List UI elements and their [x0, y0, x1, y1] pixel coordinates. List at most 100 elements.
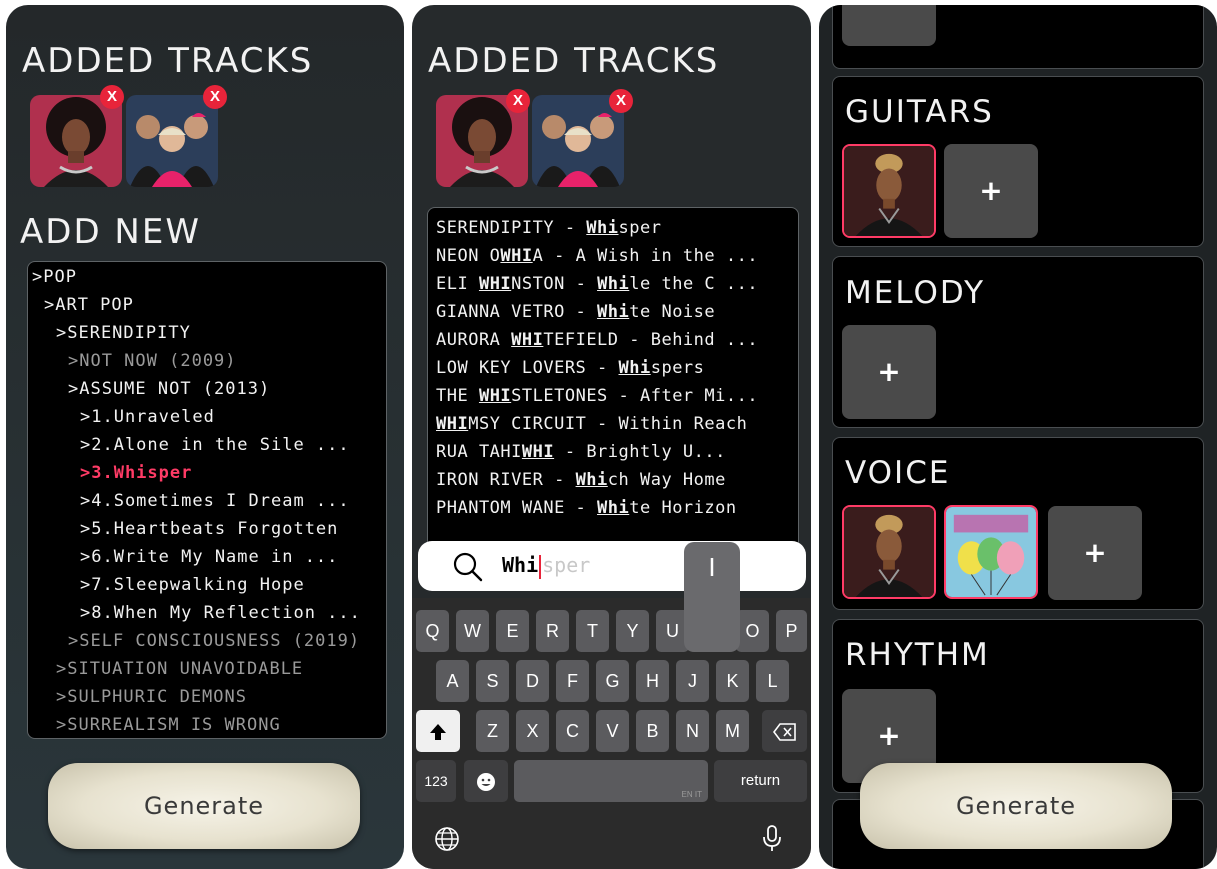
search-bar[interactable]: Whi sper — [418, 541, 806, 591]
key-j[interactable]: J — [676, 660, 709, 702]
tree-item-track[interactable]: >5.Heartbeats Forgotten — [80, 519, 338, 539]
key-l[interactable]: L — [756, 660, 789, 702]
key-a[interactable]: A — [436, 660, 469, 702]
tree-item-artist[interactable]: >SULPHURIC DEMONS — [56, 687, 247, 707]
result-text: A - A Wish in the ... — [532, 246, 759, 266]
search-result-item[interactable]: GIANNA VETRO - White Noise — [436, 302, 715, 322]
tree-item-artist[interactable]: >SURREALISM IS WRONG — [56, 715, 281, 735]
tree-item-track[interactable]: >1.Unraveled — [80, 407, 215, 427]
search-result-item[interactable]: AURORA WHITEFIELD - Behind ... — [436, 330, 758, 350]
add-track-button[interactable]: + — [1048, 506, 1142, 600]
backspace-key[interactable] — [762, 710, 807, 752]
result-text: spers — [650, 358, 705, 378]
space-key[interactable]: EN IT — [514, 760, 708, 802]
remove-track-button[interactable]: X — [203, 85, 227, 109]
search-result-item[interactable]: RUA TAHIWHI - Brightly U... — [436, 442, 726, 462]
key-h[interactable]: H — [636, 660, 669, 702]
key-preview-popup: I — [684, 542, 740, 652]
generate-button[interactable]: Generate — [860, 763, 1172, 849]
search-results-list[interactable]: SERENDIPITY - Whisper NEON OWHIA - A Wis… — [427, 207, 799, 549]
tree-item-track[interactable]: >8.When My Reflection ... — [80, 603, 361, 623]
backspace-icon — [772, 723, 796, 742]
search-result-item[interactable]: IRON RIVER - Which Way Home — [436, 470, 726, 490]
add-track-button[interactable] — [842, 5, 936, 46]
search-result-item[interactable]: WHIMSY CIRCUIT - Within Reach — [436, 414, 747, 434]
microphone-icon[interactable] — [762, 824, 782, 856]
key-m[interactable]: M — [716, 710, 749, 752]
key-y[interactable]: Y — [616, 610, 649, 652]
catalog-tree[interactable]: >POP >ART POP >SERENDIPITY >NOT NOW (200… — [27, 261, 387, 739]
tree-item-album[interactable]: >SELF CONSCIOUSNESS (2019) — [68, 631, 360, 651]
return-key[interactable]: return — [714, 760, 807, 802]
emoji-icon — [477, 773, 495, 792]
key-k[interactable]: K — [716, 660, 749, 702]
section-title: RHYTHM — [845, 637, 990, 673]
onscreen-keyboard: Q W E R T Y U O P A S D F G H J K L Z X … — [412, 598, 811, 869]
shift-key[interactable] — [416, 710, 460, 752]
key-o[interactable]: O — [736, 610, 769, 652]
key-v[interactable]: V — [596, 710, 629, 752]
search-icon — [452, 551, 484, 587]
search-result-item[interactable]: SERENDIPITY - Whisper — [436, 218, 661, 238]
middle-screen: ADDED TRACKS X X SERENDIPITY - Whisper N… — [412, 5, 811, 869]
key-p[interactable]: P — [776, 610, 807, 652]
key-q[interactable]: Q — [416, 610, 449, 652]
search-result-item[interactable]: ELI WHINSTON - While the C ... — [436, 274, 758, 294]
key-e[interactable]: E — [496, 610, 529, 652]
tree-item-track[interactable]: >6.Write My Name in ... — [80, 547, 338, 567]
result-text: NEON O — [436, 246, 501, 266]
tree-item-track-selected[interactable]: >3.Whisper — [80, 463, 192, 483]
search-result-item[interactable]: THE WHISTLETONES - After Mi... — [436, 386, 758, 406]
tree-item-album[interactable]: >NOT NOW (2009) — [68, 351, 237, 371]
tree-item-track[interactable]: >7.Sleepwalking Hope — [80, 575, 305, 595]
key-f[interactable]: F — [556, 660, 589, 702]
remove-track-button[interactable]: X — [100, 85, 124, 109]
tree-item-artist[interactable]: >SITUATION UNAVOIDABLE — [56, 659, 303, 679]
tree-item-subgenre[interactable]: >ART POP — [44, 295, 134, 315]
added-track-thumbnail[interactable] — [126, 95, 218, 187]
search-input[interactable]: Whi sper — [502, 553, 590, 579]
key-g[interactable]: G — [596, 660, 629, 702]
search-result-item[interactable]: NEON OWHIA - A Wish in the ... — [436, 246, 758, 266]
search-result-item[interactable]: PHANTOM WANE - White Horizon — [436, 498, 737, 518]
search-result-item[interactable]: LOW KEY LOVERS - Whispers — [436, 358, 704, 378]
add-track-button[interactable]: + — [842, 325, 936, 419]
globe-icon[interactable] — [434, 826, 460, 856]
language-tag: EN IT — [681, 790, 702, 799]
key-x[interactable]: X — [516, 710, 549, 752]
result-text: sper — [618, 218, 662, 238]
remove-track-button[interactable]: X — [609, 89, 633, 113]
add-track-button[interactable]: + — [944, 144, 1038, 238]
key-c[interactable]: C — [556, 710, 589, 752]
added-track-thumbnail[interactable] — [532, 95, 624, 187]
assigned-track-thumbnail[interactable] — [944, 505, 1038, 599]
key-d[interactable]: D — [516, 660, 549, 702]
key-n[interactable]: N — [676, 710, 709, 752]
generate-button[interactable]: Generate — [48, 763, 360, 849]
tree-item-track[interactable]: >4.Sometimes I Dream ... — [80, 491, 350, 511]
tree-item-track[interactable]: >2.Alone in the Sile ... — [80, 435, 350, 455]
added-tracks-title: ADDED TRACKS — [428, 41, 720, 81]
tree-item-genre[interactable]: >POP — [32, 267, 77, 287]
result-text: - Brightly U... — [554, 442, 726, 462]
key-t[interactable]: T — [576, 610, 609, 652]
added-track-thumbnail[interactable] — [30, 95, 122, 187]
remove-track-button[interactable]: X — [506, 89, 530, 113]
key-z[interactable]: Z — [476, 710, 509, 752]
result-text: te Horizon — [629, 498, 737, 518]
emoji-key[interactable] — [464, 760, 508, 802]
tree-item-artist[interactable]: >SERENDIPITY — [56, 323, 191, 343]
assigned-track-thumbnail[interactable] — [842, 505, 936, 599]
section-title: MELODY — [845, 275, 986, 311]
result-match: Whi — [597, 498, 630, 518]
key-w[interactable]: W — [456, 610, 489, 652]
tree-item-album[interactable]: >ASSUME NOT (2013) — [68, 379, 270, 399]
right-screen: GUITARS + MELODY + VOICE + RHYTHM + Gene… — [819, 5, 1217, 869]
key-s[interactable]: S — [476, 660, 509, 702]
numbers-key[interactable]: 123 — [416, 760, 456, 802]
result-text: RUA TAHI — [436, 442, 522, 462]
assigned-track-thumbnail[interactable] — [842, 144, 936, 238]
key-r[interactable]: R — [536, 610, 569, 652]
key-b[interactable]: B — [636, 710, 669, 752]
result-match: Whi — [586, 218, 619, 238]
